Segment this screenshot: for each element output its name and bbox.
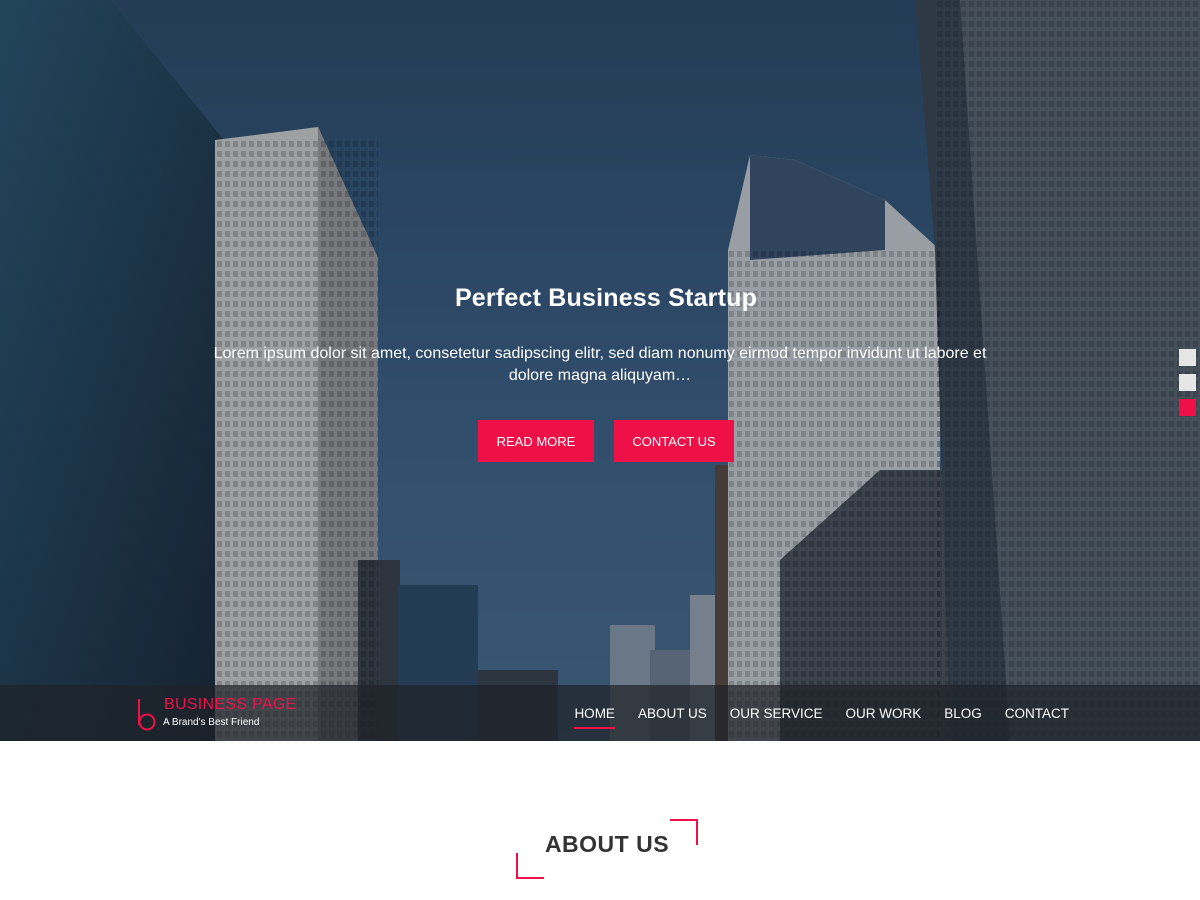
nav-item-about-us[interactable]: ABOUT US [638, 702, 707, 725]
contact-us-button[interactable]: CONTACT US [614, 420, 734, 462]
nav-item-our-work[interactable]: OUR WORK [845, 702, 921, 725]
hero-banner: Perfect Business Startup Lorem ipsum dol… [0, 0, 1200, 741]
brand-title: BUSINESS PAGE [164, 696, 297, 713]
nav-menu: HOME ABOUT US OUR SERVICE OUR WORK BLOG … [574, 685, 1069, 741]
main-navbar: BUSINESS PAGE A Brand's Best Friend HOME… [0, 685, 1200, 741]
slide-dot-2[interactable] [1179, 374, 1196, 391]
nav-item-blog[interactable]: BLOG [944, 702, 982, 725]
brand-logo[interactable]: BUSINESS PAGE A Brand's Best Friend [136, 695, 326, 735]
slide-dot-1[interactable] [1179, 349, 1196, 366]
hero-description: Lorem ipsum dolor sit amet, consetetur s… [213, 345, 987, 384]
hero-title: Perfect Business Startup [454, 284, 758, 312]
about-title: ABOUT US [544, 831, 670, 857]
about-section: ABOUT US [0, 741, 1200, 900]
slider-pagination [1179, 349, 1196, 416]
nav-item-home[interactable]: HOME [574, 702, 615, 729]
hero-buttons: READ MORE CONTACT US [12, 420, 1200, 462]
brand-logo-icon [138, 699, 156, 731]
read-more-button[interactable]: READ MORE [478, 420, 594, 462]
nav-item-our-service[interactable]: OUR SERVICE [730, 702, 823, 725]
slide-dot-3[interactable] [1179, 399, 1196, 416]
nav-item-contact[interactable]: CONTACT [1005, 702, 1069, 725]
hero-content: Perfect Business Startup Lorem ipsum dol… [0, 284, 1200, 462]
about-heading: ABOUT US [516, 819, 698, 879]
brand-tagline: A Brand's Best Friend [163, 717, 260, 728]
